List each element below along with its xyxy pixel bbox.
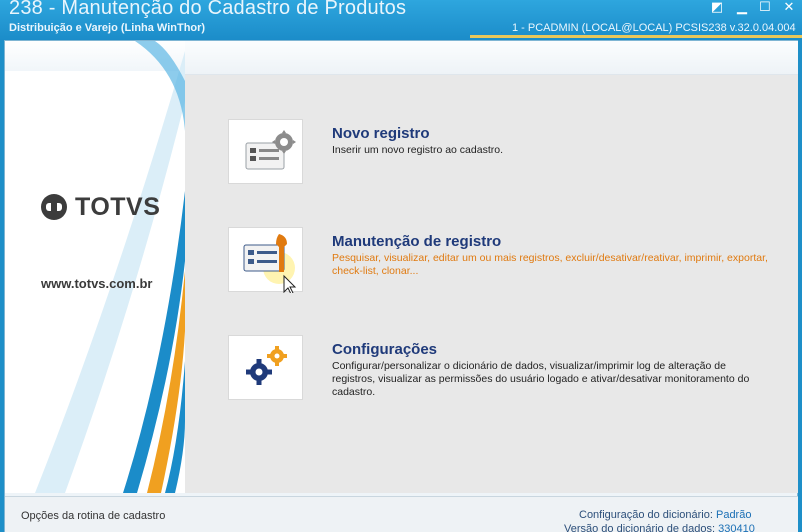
window-frame: TOTVS www.totvs.com.br Novo registro Ins…: [4, 40, 798, 532]
main-header-band: [185, 41, 798, 75]
logo-text: TOTVS: [75, 193, 161, 221]
settings-icon[interactable]: [228, 335, 303, 400]
minimize-icon[interactable]: ▁: [733, 0, 751, 14]
option-settings-description: Configurar/personalizar o dicionário de …: [332, 360, 750, 398]
maximize-icon[interactable]: ☐: [756, 0, 774, 14]
dictionary-version-value: 330410: [718, 523, 755, 532]
option-maintenance-title[interactable]: Manutenção de registro: [332, 233, 501, 250]
window-subtitle: Distribuição e Varejo (Linha WinThor): [9, 22, 206, 34]
dictionary-version-label: Versão do dicionário de dados:: [564, 523, 716, 532]
option-new-record-description: Inserir um novo registro ao cadastro.: [332, 144, 503, 156]
option-new-record-title[interactable]: Novo registro: [332, 125, 430, 142]
main-content: Novo registro Inserir um novo registro a…: [185, 41, 798, 493]
restore-icon[interactable]: ◩: [708, 0, 726, 14]
dictionary-version-row: Versão do dicionário de dados: 330410: [564, 523, 755, 532]
new-record-icon[interactable]: [228, 119, 303, 184]
decorative-stripes: [35, 41, 185, 493]
session-info: 1 - PCADMIN (LOCAL@LOCAL) PCSIS238 v.32.…: [512, 22, 796, 34]
dictionary-config-value: Padrão: [715, 509, 752, 521]
brand-url[interactable]: www.totvs.com.br: [41, 276, 152, 291]
window-title: 238 - Manutenção do Cadastro de Produtos: [9, 0, 407, 19]
option-settings-title[interactable]: Configurações: [332, 341, 437, 358]
option-maintenance-description: Pesquisar, visualizar, editar um ou mais…: [332, 252, 768, 277]
brand-panel: TOTVS www.totvs.com.br: [5, 41, 185, 493]
maintenance-icon[interactable]: [228, 227, 303, 295]
dictionary-config-row: Configuração do dicionário: Padrão: [579, 509, 751, 521]
dictionary-config-label: Configuração do dicionário:: [579, 509, 713, 521]
totvs-logo-icon: [41, 194, 67, 220]
title-bar: 238 - Manutenção do Cadastro de Produtos…: [0, 0, 802, 40]
status-text: Opções da rotina de cadastro: [21, 510, 166, 522]
title-accent-bar: [470, 35, 802, 38]
status-bar: Opções da rotina de cadastro Configuraçã…: [5, 496, 798, 532]
totvs-logo: TOTVS: [39, 192, 169, 224]
close-icon[interactable]: ✕: [780, 0, 798, 14]
